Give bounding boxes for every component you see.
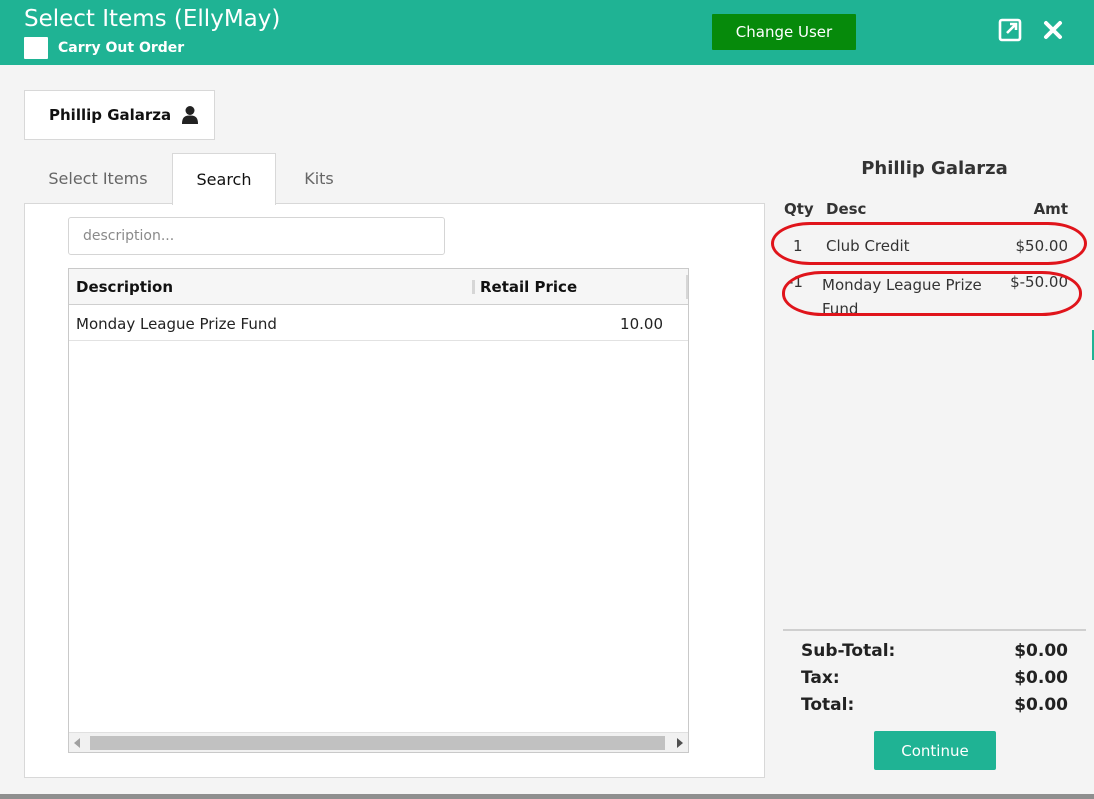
customer-name: Phillip Galarza — [49, 106, 172, 124]
row-retail-price: 10.00 — [620, 315, 663, 333]
totals-divider — [783, 629, 1086, 631]
tab-search[interactable]: Search — [172, 153, 276, 205]
table-row[interactable]: Monday League Prize Fund 10.00 — [69, 305, 688, 341]
person-icon — [182, 106, 199, 124]
total-label: Total: — [801, 695, 855, 715]
description-search-input[interactable] — [68, 217, 445, 255]
column-header-retail-price[interactable]: Retail Price — [480, 278, 577, 296]
expand-icon[interactable] — [998, 18, 1022, 42]
search-panel: Description Retail Price Monday League P… — [24, 203, 765, 778]
scroll-right-arrow-icon[interactable] — [677, 738, 683, 748]
scroll-thumb[interactable] — [90, 736, 665, 750]
horizontal-scrollbar[interactable] — [69, 732, 688, 752]
order-header-qty: Qty — [784, 200, 814, 218]
order-header-desc: Desc — [826, 200, 867, 218]
carry-out-label: Carry Out Order — [58, 40, 185, 56]
column-header-description[interactable]: Description — [76, 278, 173, 296]
dialog-title: Select Items (EllyMay) — [24, 6, 281, 32]
tax-value: $0.00 — [1014, 668, 1068, 688]
carry-out-toggle[interactable]: Carry Out Order — [24, 37, 184, 59]
grid-header: Description Retail Price — [69, 269, 688, 305]
subtotal-value: $0.00 — [1014, 641, 1068, 661]
background-strip — [0, 794, 1094, 799]
close-icon[interactable] — [1041, 18, 1065, 42]
subtotal-label: Sub-Total: — [801, 641, 896, 661]
column-resize-handle[interactable] — [472, 280, 475, 294]
row-description: Monday League Prize Fund — [76, 315, 277, 333]
customer-card[interactable]: Phillip Galarza — [24, 90, 215, 140]
total-value: $0.00 — [1014, 695, 1068, 715]
change-user-button[interactable]: Change User — [712, 14, 856, 50]
order-header-amt: Amt — [1033, 200, 1068, 218]
carry-out-checkbox[interactable] — [24, 37, 48, 59]
order-customer-name: Phillip Galarza — [861, 158, 1008, 179]
highlight-annotation — [771, 222, 1087, 265]
scroll-left-arrow-icon[interactable] — [74, 738, 80, 748]
tab-select-items[interactable]: Select Items — [24, 153, 172, 204]
highlight-annotation — [782, 271, 1082, 316]
column-resize-handle[interactable] — [686, 275, 688, 299]
items-grid: Description Retail Price Monday League P… — [68, 268, 689, 753]
continue-button[interactable]: Continue — [874, 731, 996, 770]
tax-label: Tax: — [801, 668, 840, 688]
tab-kits[interactable]: Kits — [276, 153, 362, 204]
dialog-header: Select Items (EllyMay) Carry Out Order C… — [0, 0, 1094, 65]
